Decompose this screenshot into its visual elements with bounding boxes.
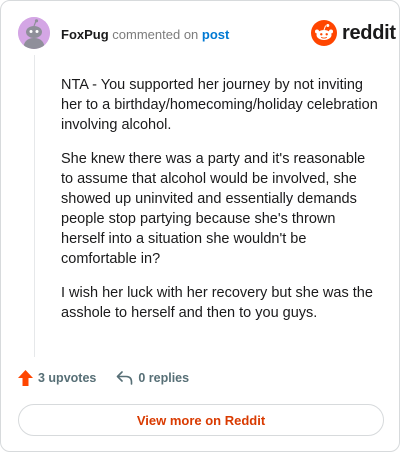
view-more-label: View more on Reddit bbox=[136, 412, 266, 428]
reddit-logo[interactable]: reddit bbox=[311, 20, 396, 46]
view-more-button[interactable]: View more on Reddit bbox=[18, 404, 384, 436]
snoo-avatar-icon bbox=[18, 17, 50, 49]
thread-line bbox=[34, 55, 35, 357]
post-link[interactable]: post bbox=[202, 27, 229, 42]
upvote-button[interactable]: 3 upvotes bbox=[18, 370, 96, 386]
author-name[interactable]: FoxPug bbox=[61, 27, 109, 42]
reply-button[interactable]: 0 replies bbox=[116, 371, 189, 385]
comment-paragraph: I wish her luck with her recovery but sh… bbox=[61, 285, 373, 321]
comment-footer: 3 upvotes 0 replies bbox=[18, 370, 209, 386]
upvote-arrow-icon bbox=[18, 370, 33, 386]
avatar[interactable] bbox=[18, 17, 50, 49]
reply-arrow-icon bbox=[117, 371, 133, 385]
reddit-wordmark: reddit bbox=[342, 21, 396, 44]
comment-paragraph: She knew there was a party and it's reas… bbox=[61, 151, 366, 267]
reply-count: 0 replies bbox=[138, 371, 190, 385]
comment-header: FoxPug commented on post bbox=[61, 27, 229, 43]
reddit-snoo-icon bbox=[311, 20, 337, 46]
comment-body: NTA - You supported her journey by not i… bbox=[61, 75, 381, 337]
comment-paragraph: NTA - You supported her journey by not i… bbox=[61, 77, 378, 133]
action-text: commented on bbox=[112, 27, 199, 42]
upvote-count: 3 upvotes bbox=[38, 371, 97, 385]
comment-embed-card: FoxPug commented on post reddit NTA - Yo… bbox=[0, 0, 400, 452]
